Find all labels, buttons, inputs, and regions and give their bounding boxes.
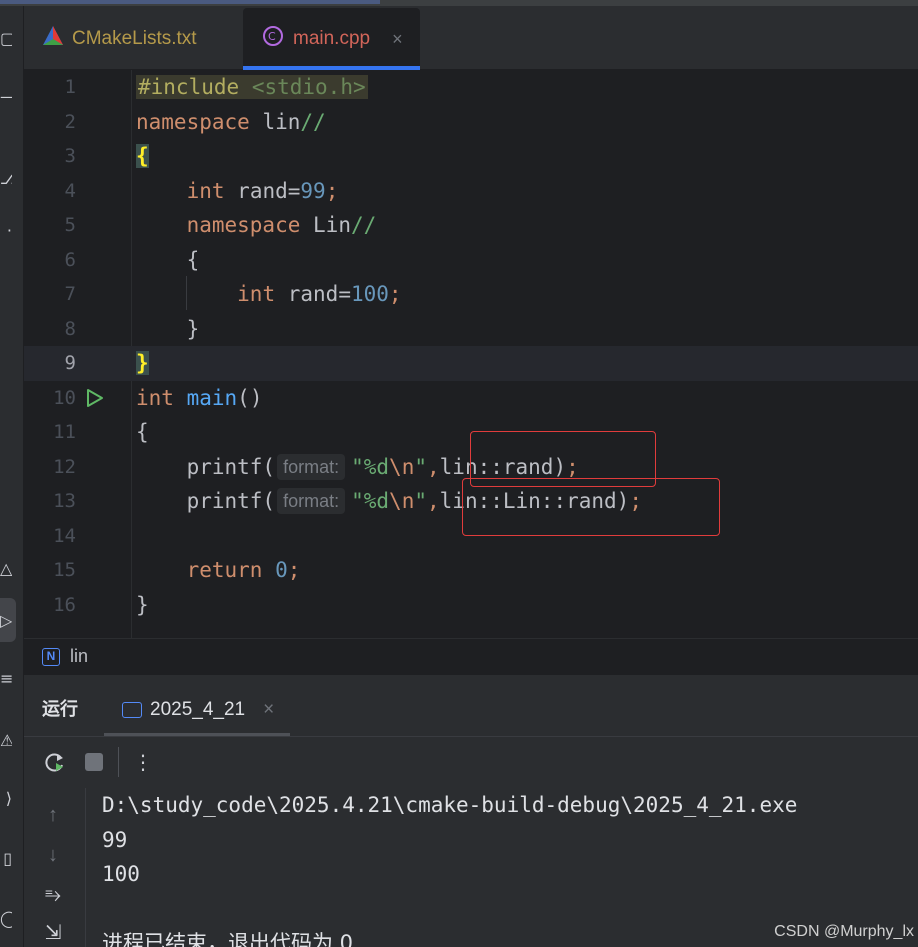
code-line: 10 int main() <box>24 381 918 416</box>
stop-icon <box>85 753 103 771</box>
run-tool-icon[interactable]: ▷ <box>0 612 12 630</box>
run-toolbar: ⋮ <box>24 736 918 788</box>
namespace-icon: N <box>42 647 60 666</box>
line-number: 13 <box>53 490 76 512</box>
line-number: 11 <box>53 421 76 443</box>
code-line: 15 return 0; <box>24 553 918 588</box>
scroll-to-end-icon[interactable]: ⇲ <box>40 920 66 946</box>
cmake-icon <box>42 25 64 53</box>
rerun-icon <box>45 753 63 772</box>
run-gutter-icon[interactable] <box>86 388 104 408</box>
cpp-file-icon: C <box>261 24 285 54</box>
highlight-box <box>462 478 720 536</box>
window-top-border <box>0 0 918 6</box>
code-line: 5 namespace Lin// <box>24 208 918 243</box>
line-number: 4 <box>64 179 76 202</box>
line-number: 5 <box>64 214 76 236</box>
svg-text:C: C <box>268 30 276 43</box>
console-line: 进程已结束，退出代码为 0 <box>102 931 354 947</box>
run-config-label: 2025_4_21 <box>150 699 246 720</box>
console-line: 100 <box>102 862 140 886</box>
notifications-icon[interactable]: ◯ <box>0 910 12 928</box>
close-tab-icon[interactable]: × <box>392 29 403 50</box>
line-number: 8 <box>64 317 76 340</box>
line-number: 15 <box>53 559 76 581</box>
run-config-tab[interactable]: 2025_4_21 × <box>104 683 290 737</box>
project-icon[interactable]: ▢ <box>0 30 12 48</box>
scroll-down-icon[interactable]: ↓ <box>40 842 66 868</box>
editor-tab-bar: CMakeLists.txt C main.cpp × <box>24 0 918 70</box>
scroll-up-icon[interactable]: ↑ <box>40 802 66 828</box>
run-panel-title: 运行 <box>42 699 78 719</box>
line-number: 9 <box>64 352 76 374</box>
run-panel-header: 运行 2025_4_21 × <box>24 674 918 737</box>
tab-label: CMakeLists.txt <box>72 28 197 49</box>
line-number: 10 <box>53 386 76 409</box>
code-line: 4 int rand=99; <box>24 174 918 209</box>
console-side-toolbar: ↑ ↓ ⥱ ⇲ <box>24 788 86 947</box>
code-line: 1 #include <stdio.h> <box>24 70 918 105</box>
console-line: 99 <box>102 827 128 852</box>
code-editor[interactable]: 1 #include <stdio.h> 2 namespace lin// 3… <box>24 70 918 638</box>
tab-main-cpp[interactable]: C main.cpp × <box>243 8 420 70</box>
code-line: 16 } <box>24 588 918 623</box>
services-icon[interactable]: ▯ <box>0 850 12 868</box>
activity-strip: ▢ — ⎇ · △ ▷ ≡ ⚠ ⟩ ▯ ◯ <box>0 0 24 947</box>
line-number: 1 <box>64 76 76 98</box>
soft-wrap-icon[interactable]: ⥱ <box>40 882 66 908</box>
console-window-icon <box>122 702 142 718</box>
parameter-hint: format: <box>277 453 346 480</box>
line-number: 7 <box>64 283 76 305</box>
tab-label: main.cpp <box>293 28 371 49</box>
code-line: 6 { <box>24 243 918 278</box>
more-options-icon[interactable]: ⋮ <box>130 749 156 775</box>
console-line: D:\study_code\2025.4.21\cmake-build-debu… <box>102 793 798 817</box>
terminal-icon[interactable]: ≡ <box>0 670 12 688</box>
cmake-tool-icon[interactable]: △ <box>0 560 12 578</box>
line-number: 16 <box>53 593 76 616</box>
breadcrumb[interactable]: N lin <box>24 638 918 674</box>
console-output[interactable]: ↑ ↓ ⥱ ⇲ D:\study_code\2025.4.21\cmake-bu… <box>24 788 918 947</box>
problems-icon[interactable]: ⚠ <box>0 732 12 750</box>
rerun-button[interactable] <box>42 749 68 775</box>
line-number: 2 <box>64 110 76 133</box>
breadcrumb-item[interactable]: lin <box>70 646 88 667</box>
git-icon[interactable]: ⟩ <box>0 790 12 808</box>
line-number: 14 <box>53 524 76 547</box>
structure-icon[interactable]: — <box>0 88 12 106</box>
more-icon[interactable]: · <box>0 222 12 240</box>
code-line: 7 int rand=100; <box>24 277 918 312</box>
line-number: 3 <box>64 145 76 167</box>
code-line-current: 9 } <box>24 346 918 381</box>
watermark: CSDN @Murphy_lx <box>774 923 914 940</box>
line-number: 6 <box>64 248 76 271</box>
code-line: 3 { <box>24 139 918 174</box>
code-line: 2 namespace lin// <box>24 105 918 140</box>
line-number: 12 <box>53 455 76 478</box>
code-line: 8 } <box>24 312 918 347</box>
parameter-hint: format: <box>277 488 346 514</box>
tab-cmakelists[interactable]: CMakeLists.txt <box>42 8 242 70</box>
commit-icon[interactable]: ⎇ <box>0 170 12 188</box>
stop-button[interactable] <box>81 749 107 775</box>
close-icon[interactable]: × <box>263 699 274 721</box>
